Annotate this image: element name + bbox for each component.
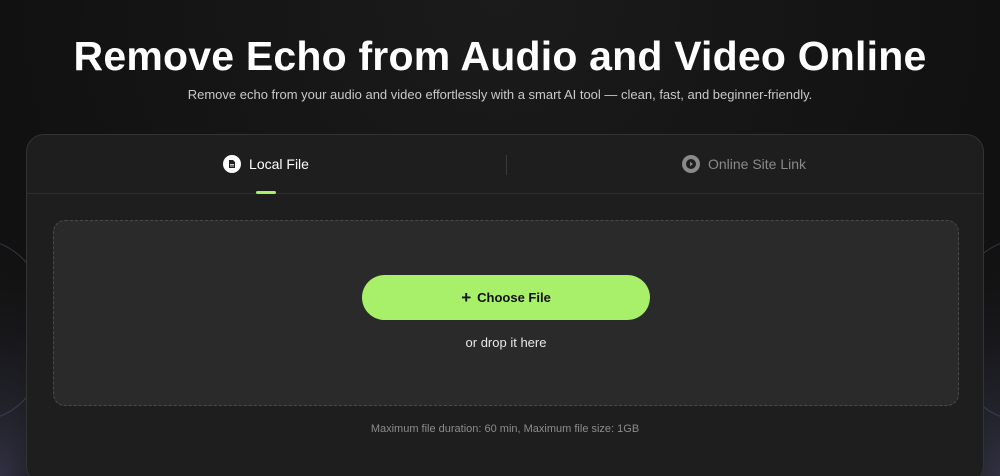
tab-local-file-label: Local File (249, 156, 309, 172)
drop-hint: or drop it here (465, 335, 547, 350)
choose-file-button[interactable]: + Choose File (362, 275, 650, 320)
tab-online-site-link-label: Online Site Link (707, 156, 807, 172)
choose-file-label: Choose File (477, 290, 551, 305)
file-icon (223, 155, 242, 173)
upload-panel: Local File Online Site Link + Choose Fil… (26, 134, 984, 476)
page-subtitle: Remove echo from your audio and video ef… (187, 87, 813, 102)
file-limits-note: Maximum file duration: 60 min, Maximum f… (370, 423, 640, 435)
tab-local-file[interactable]: Local File (27, 135, 505, 194)
active-tab-indicator (256, 191, 276, 194)
tab-online-site-link[interactable]: Online Site Link (505, 135, 983, 193)
plus-icon: + (461, 287, 472, 307)
file-dropzone[interactable]: + Choose File or drop it here (53, 220, 959, 406)
source-tabs: Local File Online Site Link (27, 135, 983, 194)
page: Remove Echo from Audio and Video Online … (0, 0, 1000, 476)
play-circle-icon (681, 155, 700, 173)
page-title: Remove Echo from Audio and Video Online (73, 33, 927, 79)
